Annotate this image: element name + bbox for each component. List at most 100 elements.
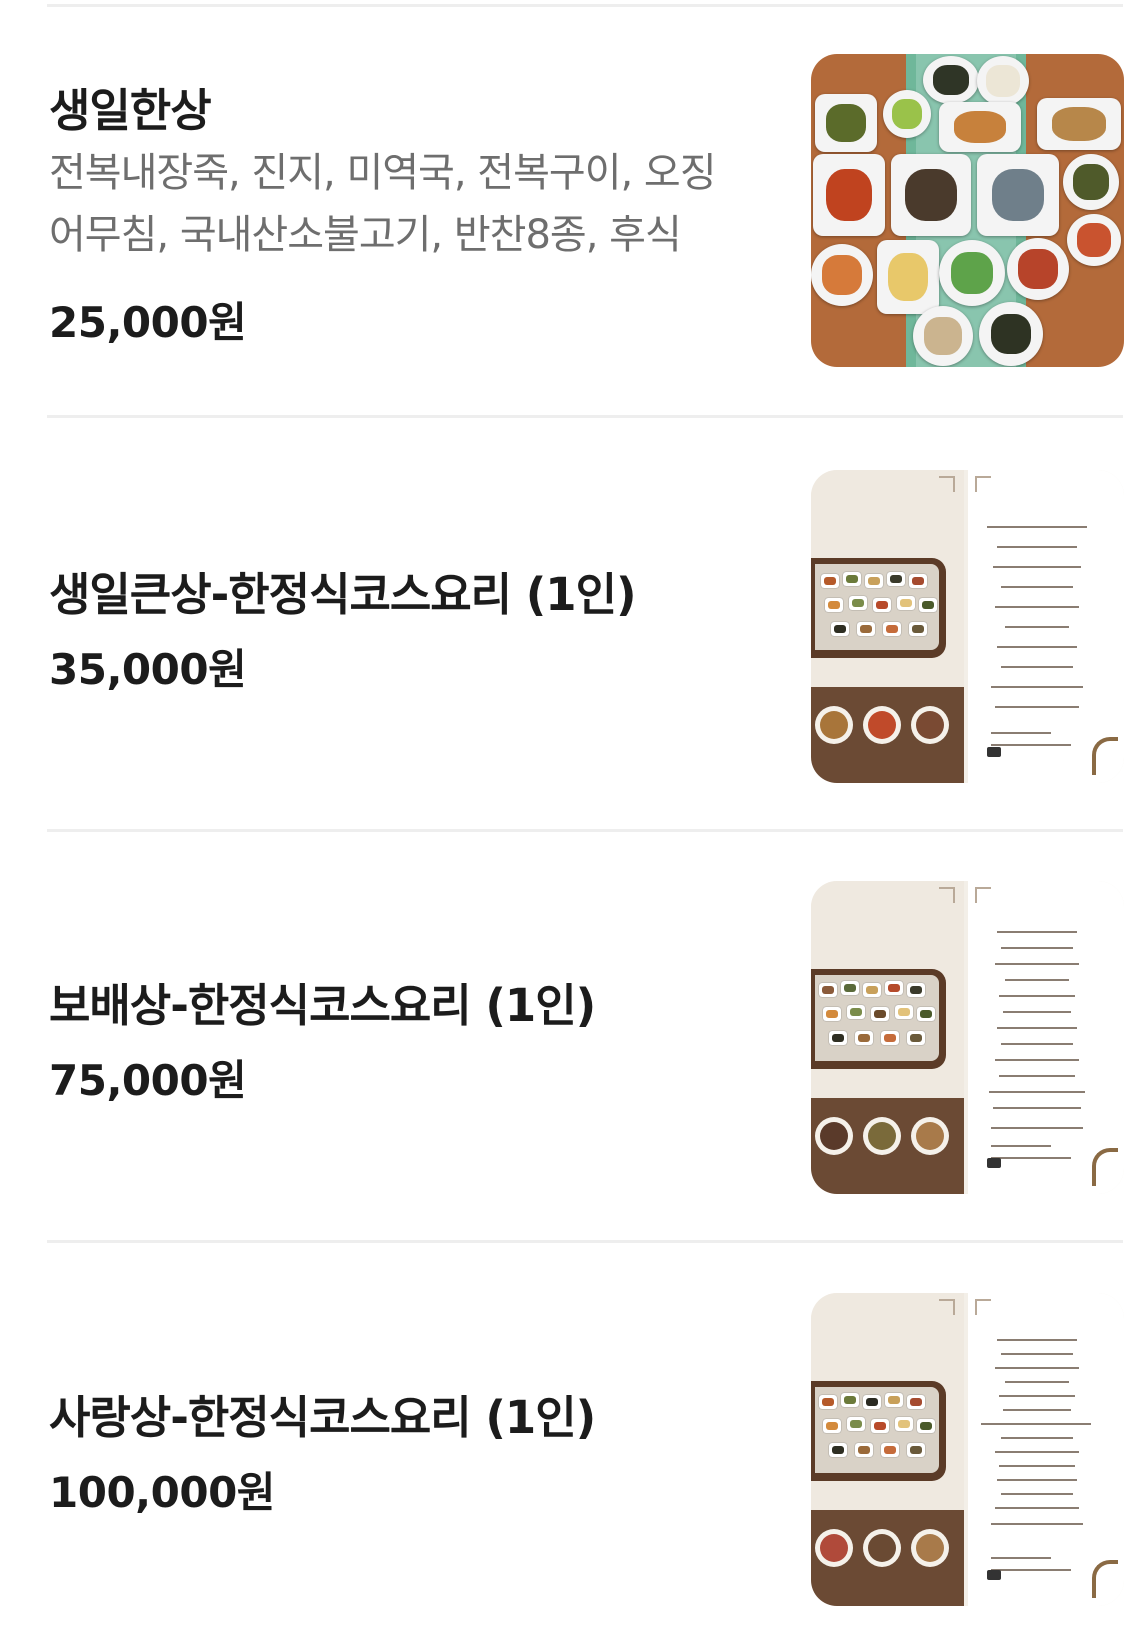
poster-text-line xyxy=(989,1091,1085,1093)
poster-text-line xyxy=(995,1367,1079,1369)
menu-item-treasure-table[interactable]: 보배상-한정식코스요리 (1인) 75,000원 xyxy=(0,829,1146,1243)
poster-dish xyxy=(849,596,867,610)
poster-arch-ornament xyxy=(1092,1560,1118,1598)
poster-round-dish xyxy=(911,1117,949,1155)
poster-dish xyxy=(841,981,859,995)
poster-corner-ornament xyxy=(939,887,955,903)
poster-round-dish xyxy=(815,1117,853,1155)
poster-text-line xyxy=(1001,1043,1073,1045)
poster-text-line xyxy=(991,1145,1051,1147)
poster-dish xyxy=(895,1005,913,1019)
poster-cup xyxy=(987,1158,1001,1168)
poster-text-line xyxy=(991,1157,1071,1159)
poster-text-line xyxy=(991,686,1083,688)
menu-item-birthday-grand-table[interactable]: 생일큰상-한정식코스요리 (1인) 35,000원 xyxy=(0,418,1146,832)
poster-text-line xyxy=(981,1423,1091,1425)
poster-text-line xyxy=(1003,1409,1071,1411)
poster-arch-ornament xyxy=(1092,737,1118,775)
poster-text-line xyxy=(1001,666,1073,668)
side-dish-plate xyxy=(813,154,885,236)
fish-plate xyxy=(1037,98,1121,150)
poster-dish xyxy=(919,598,937,612)
side-dish-plate xyxy=(815,94,877,152)
poster-dish xyxy=(885,1393,903,1407)
poster-dish xyxy=(823,1419,841,1433)
poster-text-line xyxy=(995,1507,1079,1509)
poster-corner-ornament xyxy=(975,476,991,492)
menu-item-photo[interactable] xyxy=(811,54,1124,367)
menu-item-love-table[interactable]: 사랑상-한정식코스요리 (1인) 100,000원 xyxy=(0,1241,1146,1645)
side-dish-plate xyxy=(883,90,931,138)
poster-round-dish xyxy=(815,706,853,744)
poster-dish xyxy=(881,1031,899,1045)
side-dish-plate xyxy=(977,154,1059,236)
poster-text-line xyxy=(997,1339,1077,1341)
side-dish-plate xyxy=(811,244,873,306)
menu-item-price: 75,000원 xyxy=(49,1056,247,1105)
side-dish-plate xyxy=(939,102,1021,152)
poster-dish xyxy=(917,1419,935,1433)
side-dish-plate xyxy=(1063,154,1119,210)
menu-poster-thumbnail[interactable] xyxy=(811,470,1124,783)
poster-dish xyxy=(819,983,837,997)
poster-dish xyxy=(829,1443,847,1457)
poster-text-line xyxy=(1001,1353,1073,1355)
poster-dish xyxy=(823,1007,841,1021)
poster-text-line xyxy=(1001,586,1073,588)
poster-arch-ornament xyxy=(1092,1148,1118,1186)
side-dish-plate xyxy=(923,56,979,104)
poster-round-dish xyxy=(863,1529,901,1567)
menu-item-price: 25,000원 xyxy=(49,298,247,347)
poster-corner-ornament xyxy=(975,1299,991,1315)
poster-cup xyxy=(987,1570,1001,1580)
poster-dish xyxy=(825,598,843,612)
poster-text-line xyxy=(995,1059,1079,1061)
poster-dish xyxy=(909,622,927,636)
poster-text-line xyxy=(995,963,1079,965)
poster-dish xyxy=(881,1443,899,1457)
menu-item-name: 보배상-한정식코스요리 (1인) xyxy=(49,979,596,1032)
menu-poster-thumbnail[interactable] xyxy=(811,1293,1124,1606)
poster-text-line xyxy=(987,526,1087,528)
poster-dish xyxy=(847,1005,865,1019)
menu-item-price: 35,000원 xyxy=(49,645,247,694)
poster-dish xyxy=(857,622,875,636)
poster-dish xyxy=(863,983,881,997)
menu-poster-thumbnail[interactable] xyxy=(811,881,1124,1194)
poster-text-line xyxy=(1001,1493,1073,1495)
poster-dish xyxy=(885,981,903,995)
poster-text-line xyxy=(995,1451,1079,1453)
poster-text-line xyxy=(991,1523,1083,1525)
poster-text-line xyxy=(997,646,1077,648)
poster-dish xyxy=(871,1007,889,1021)
description-line: 어무침, 국내산소불고기, 반찬8종, 후식 xyxy=(49,212,682,258)
poster-dish xyxy=(847,1417,865,1431)
menu-item-birthday-table[interactable]: 생일한상 전복내장죽, 진지, 미역국, 전복구이, 오징 어무침, 국내산소불… xyxy=(0,0,1146,418)
poster-round-dish xyxy=(911,1529,949,1567)
poster-dish xyxy=(855,1443,873,1457)
seaweed-soup-bowl xyxy=(979,302,1043,366)
poster-text-line xyxy=(995,606,1079,608)
description-line: 전복내장죽, 진지, 미역국, 전복구이, 오징 xyxy=(49,150,717,196)
poster-dish xyxy=(831,622,849,636)
poster-text-line xyxy=(995,706,1079,708)
poster-text-line xyxy=(1001,1437,1073,1439)
poster-round-dish xyxy=(815,1529,853,1567)
poster-dish xyxy=(863,1395,881,1409)
poster-text-line xyxy=(1001,947,1073,949)
poster-text-line xyxy=(993,566,1081,568)
poster-round-dish xyxy=(911,706,949,744)
poster-corner-ornament xyxy=(939,476,955,492)
menu-item-description: 전복내장죽, 진지, 미역국, 전복구이, 오징 어무침, 국내산소불고기, 반… xyxy=(49,142,759,266)
poster-text-line xyxy=(1003,1011,1071,1013)
kimchi-plate xyxy=(1067,214,1121,266)
side-dish-plate xyxy=(877,240,939,314)
poster-dish xyxy=(855,1031,873,1045)
rice-bowl xyxy=(913,306,973,366)
poster-corner-ornament xyxy=(939,1299,955,1315)
poster-dish xyxy=(821,574,839,588)
poster-text-line xyxy=(1005,1381,1069,1383)
poster-text-line xyxy=(991,1569,1071,1571)
poster-dish xyxy=(819,1395,837,1409)
poster-text-line xyxy=(997,1027,1077,1029)
